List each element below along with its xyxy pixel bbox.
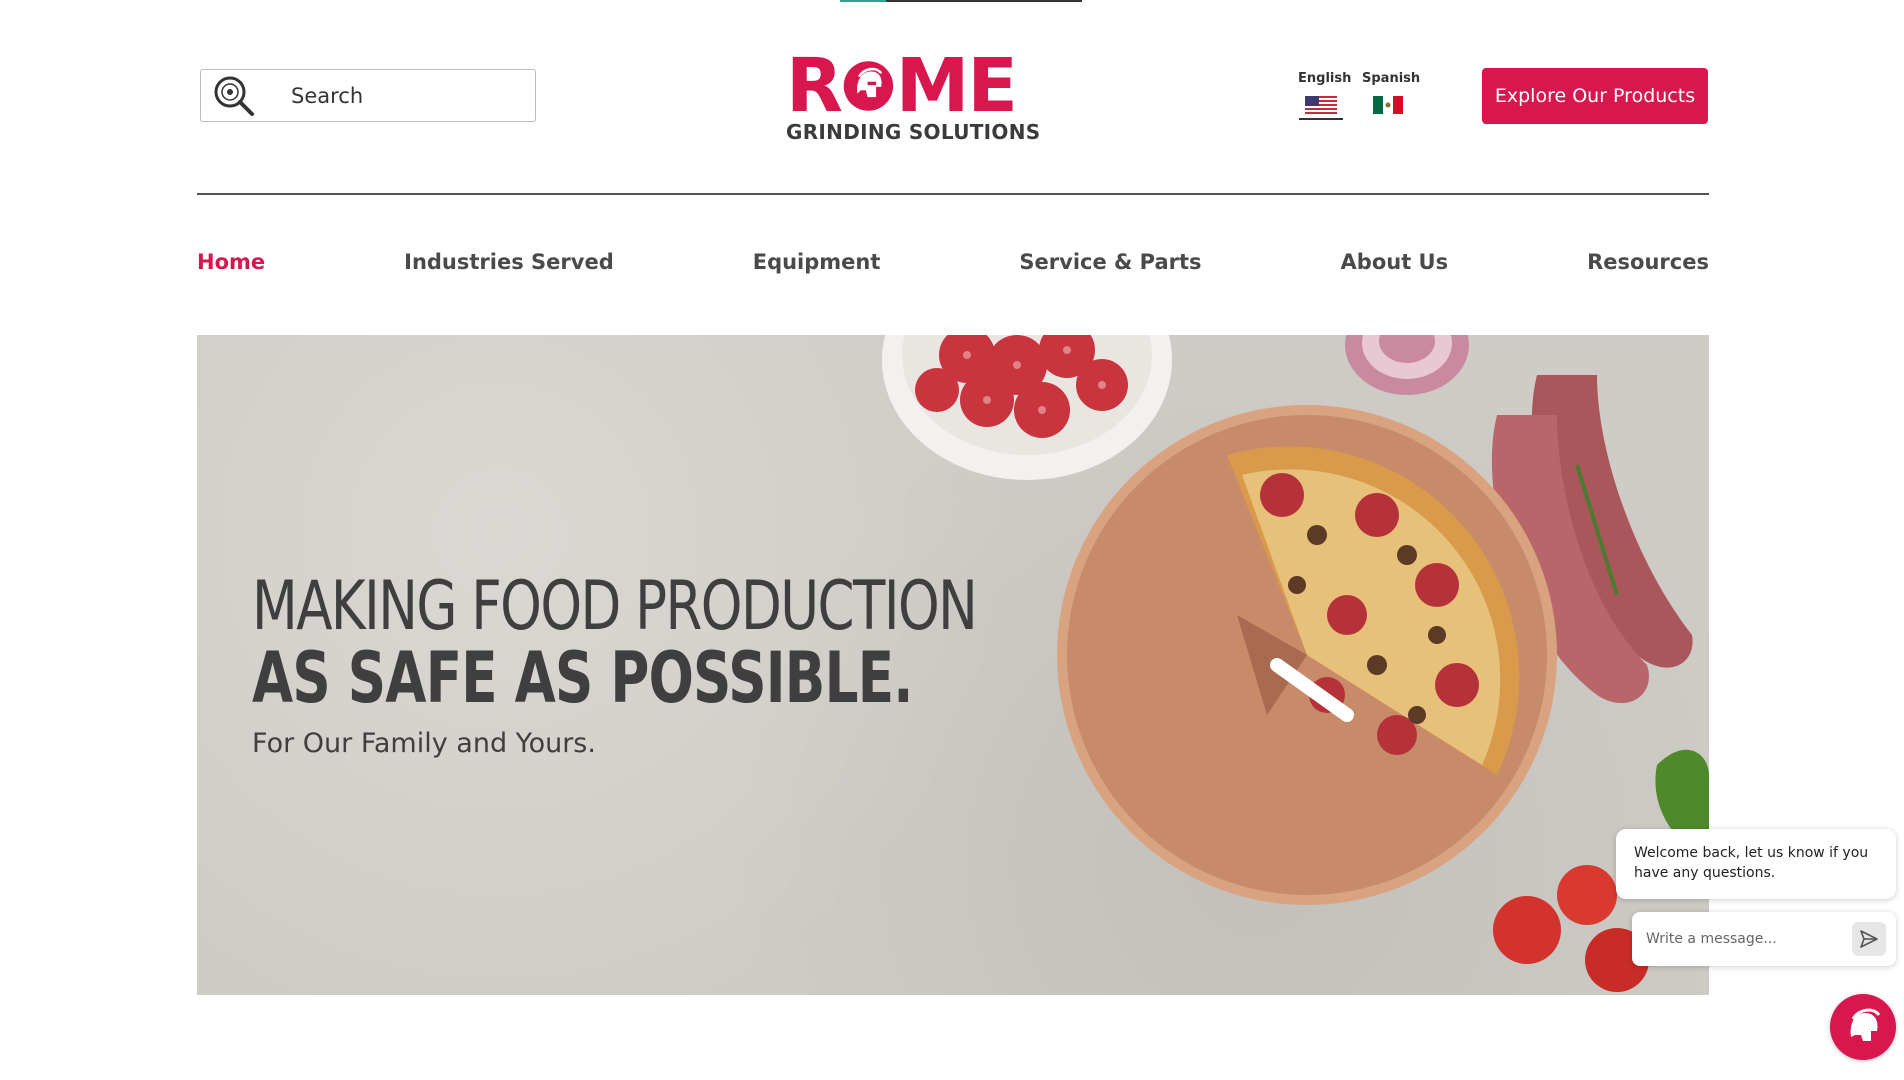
chat-message-input[interactable] — [1644, 930, 1844, 948]
language-english[interactable]: English — [1298, 71, 1352, 120]
logo-wordmark: R ME — [786, 43, 1018, 129]
active-language-underline — [1299, 118, 1343, 120]
hero-headline-line1: MAKING FOOD PRODUCTION — [252, 567, 978, 646]
nav-item-service-parts[interactable]: Service & Parts — [1019, 250, 1201, 274]
main-nav: Home Industries Served Equipment Service… — [197, 250, 1709, 274]
hero-tagline: For Our Family and Yours. — [252, 728, 596, 759]
explore-products-button[interactable]: Explore Our Products — [1482, 68, 1708, 124]
nav-item-resources[interactable]: Resources — [1587, 250, 1709, 274]
hero-banner: MAKING FOOD PRODUCTION AS SAFE AS POSSIB… — [197, 335, 1709, 995]
logo-subtitle: GRINDING SOLUTIONS — [786, 120, 1041, 144]
chat-welcome-message: Welcome back, let us know if you have an… — [1616, 829, 1896, 899]
hero-headline-line2: AS SAFE AS POSSIBLE. — [252, 637, 914, 719]
spartan-helmet-icon — [843, 61, 894, 111]
language-label: Spanish — [1362, 71, 1421, 86]
chat-launcher-button[interactable] — [1830, 994, 1896, 1060]
nav-item-home[interactable]: Home — [197, 250, 265, 274]
mexico-flag-icon — [1373, 96, 1403, 114]
us-flag-icon — [1305, 96, 1337, 114]
header-divider — [197, 193, 1709, 195]
nav-item-industries-served[interactable]: Industries Served — [404, 250, 614, 274]
pizza-on-grinder-plate — [1057, 405, 1557, 905]
nav-item-about-us[interactable]: About Us — [1341, 250, 1449, 274]
search-input[interactable] — [289, 82, 493, 109]
language-spanish[interactable]: Spanish — [1362, 71, 1421, 114]
language-label: English — [1298, 71, 1352, 86]
send-icon — [1860, 930, 1878, 948]
nav-item-equipment[interactable]: Equipment — [753, 250, 881, 274]
chat-input-box — [1632, 912, 1896, 966]
search-box[interactable] — [200, 69, 536, 122]
spartan-helmet-icon — [1850, 1008, 1881, 1041]
page-load-progress — [840, 0, 1082, 2]
salami-bowl — [882, 335, 1172, 480]
send-button[interactable] — [1852, 922, 1886, 956]
onion — [1345, 335, 1469, 395]
search-icon[interactable] — [212, 74, 256, 118]
logo[interactable]: R ME GRINDING SOLUTIONS — [786, 43, 1041, 144]
